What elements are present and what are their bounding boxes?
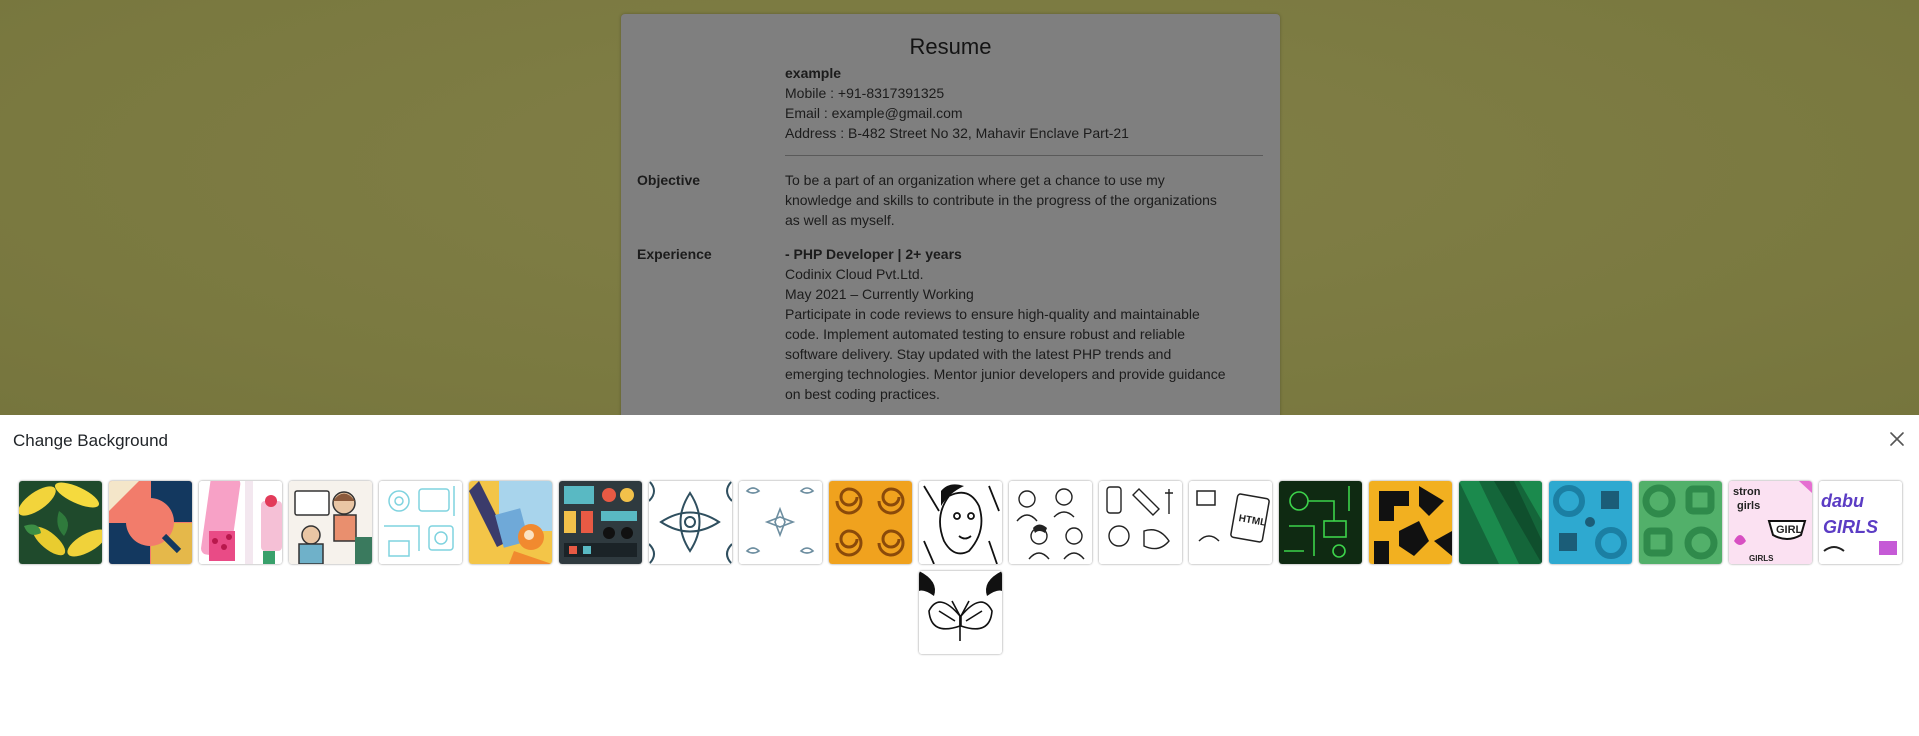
background-option-green-stripes[interactable] — [1459, 481, 1542, 564]
background-option-tribal[interactable] — [1369, 481, 1452, 564]
job-title: - PHP Developer | 2+ years — [785, 246, 962, 262]
company-name: Codinix Cloud Pvt.Ltd. — [785, 266, 924, 282]
background-option-white-birds[interactable] — [739, 481, 822, 564]
job-description-line: code. Implement automated testing to ens… — [785, 326, 1186, 342]
background-option-white-ornament[interactable] — [649, 481, 732, 564]
svg-text:GIRLS: GIRLS — [1749, 554, 1774, 563]
panel-title: Change Background — [13, 431, 169, 450]
background-option-sketch-people[interactable] — [1009, 481, 1092, 564]
background-option-geometric[interactable] — [109, 481, 192, 564]
background-option-sketch-face[interactable] — [919, 481, 1002, 564]
change-background-panel: Change Background HTML stron girls GIRL … — [0, 415, 1919, 736]
svg-text:girls: girls — [1737, 500, 1760, 512]
objective-heading: Objective — [637, 172, 701, 188]
experience-heading: Experience — [637, 246, 712, 262]
job-description-line: on best coding practices. — [785, 386, 940, 402]
background-option-cyan-icons[interactable] — [379, 481, 462, 564]
job-period: May 2021 – Currently Working — [785, 286, 974, 302]
resume-mobile: Mobile : +91-8317391325 — [785, 85, 945, 101]
background-option-doodle-people[interactable] — [289, 481, 372, 564]
background-option-sketch-objects[interactable] — [1099, 481, 1182, 564]
background-option-orange-illustration[interactable] — [469, 481, 552, 564]
job-description-line: emerging technologies. Mentor junior dev… — [785, 366, 1226, 382]
close-icon[interactable] — [1889, 431, 1905, 447]
background-option-green-circuit[interactable] — [1279, 481, 1362, 564]
resume-name: example — [785, 65, 842, 81]
background-option-strong-girls[interactable]: stron girls GIRL GIRLS — [1729, 481, 1812, 564]
job-description-line: software delivery. Stay updated with the… — [785, 346, 1172, 362]
objective-line: as well as myself. — [785, 212, 895, 228]
resume-title: Resume — [909, 34, 992, 59]
background-option-green-circles[interactable] — [1639, 481, 1722, 564]
svg-text:GIRLS: GIRLS — [1823, 517, 1878, 537]
background-option-blue-circles[interactable] — [1549, 481, 1632, 564]
background-option-synth-machine[interactable] — [559, 481, 642, 564]
background-option-html-doodle[interactable]: HTML — [1189, 481, 1272, 564]
resume-address: Address : B-482 Street No 32, Mahavir En… — [785, 125, 1129, 141]
background-option-orange-swirl[interactable] — [829, 481, 912, 564]
background-option-banana[interactable] — [19, 481, 102, 564]
background-option-purple-girls[interactable]: dabu GIRLS — [1819, 481, 1902, 564]
job-description-line: Participate in code reviews to ensure hi… — [785, 306, 1200, 322]
resume-email: Email : example@gmail.com — [785, 105, 963, 121]
objective-line: knowledge and skills to contribute in th… — [785, 192, 1217, 208]
background-option-pink-drinks[interactable] — [199, 481, 282, 564]
divider — [785, 155, 1263, 156]
resume-card: Resume example Mobile : +91-8317391325 E… — [621, 14, 1280, 434]
svg-text:GIRL: GIRL — [1776, 524, 1803, 536]
svg-text:dabu: dabu — [1821, 491, 1864, 511]
svg-text:stron: stron — [1733, 486, 1761, 498]
background-option-butterfly[interactable] — [919, 571, 1002, 654]
objective-line: To be a part of an organization where ge… — [785, 172, 1165, 188]
